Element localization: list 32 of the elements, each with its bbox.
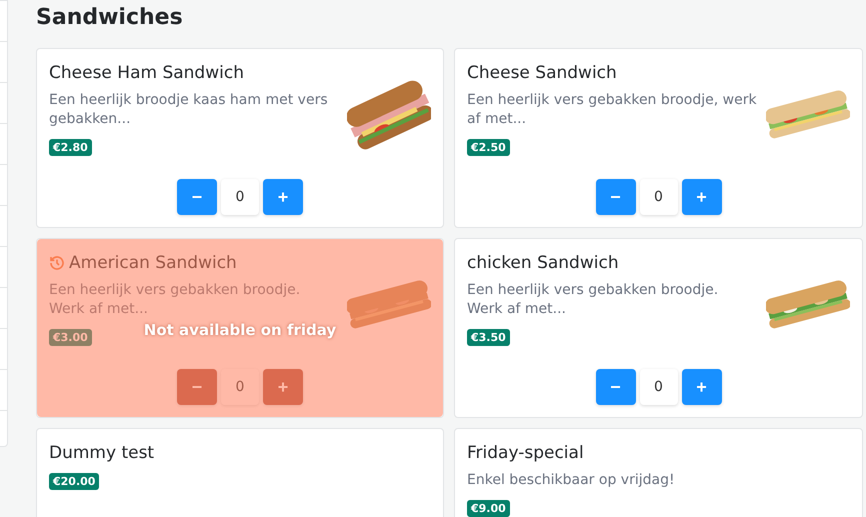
quantity-field[interactable]: 0 xyxy=(640,369,678,405)
increase-button[interactable]: + xyxy=(682,369,722,405)
product-name: Cheese Ham Sandwich xyxy=(49,63,244,83)
quantity-field[interactable]: 0 xyxy=(221,179,259,215)
price-tag: €20.00 xyxy=(49,473,100,490)
price-tag: €2.80 xyxy=(49,139,92,156)
price-tag: €9.00 xyxy=(467,500,510,517)
increase-button[interactable]: + xyxy=(263,179,303,215)
history-icon xyxy=(49,255,65,271)
product-name: Dummy test xyxy=(49,443,154,463)
decrease-button[interactable]: − xyxy=(596,179,636,215)
product-description: Een heerlijk vers gebakken broodje. Werk af met... xyxy=(49,281,302,319)
product-name: Friday-special xyxy=(467,443,584,463)
product-name: American Sandwich xyxy=(69,253,237,273)
decrease-button[interactable]: − xyxy=(177,369,217,405)
decrease-button[interactable]: − xyxy=(177,179,217,215)
product-name: Cheese Sandwich xyxy=(467,63,617,83)
product-description: Een heerlijk vers gebakken broodje. Werk af met... xyxy=(467,281,720,319)
unavailable-message: Not available on friday xyxy=(144,321,336,339)
product-description: Een heerlijk broodje kaas ham met vers gebakken... xyxy=(49,91,329,129)
price-tag: €3.50 xyxy=(467,329,510,346)
quantity-field[interactable]: 0 xyxy=(221,369,259,405)
product-description: Een heerlijk vers gebakken broodje, werk af met... xyxy=(467,91,758,129)
increase-button[interactable]: + xyxy=(263,369,303,405)
product-description: Enkel beschikbaar op vrijdag! xyxy=(467,471,676,490)
decrease-button[interactable]: − xyxy=(596,369,636,405)
quantity-field[interactable]: 0 xyxy=(640,179,678,215)
product-name: chicken Sandwich xyxy=(467,253,619,273)
price-tag: €3.00 xyxy=(49,329,92,346)
section-heading: Sandwiches xyxy=(36,4,184,32)
price-tag: €2.50 xyxy=(467,139,510,156)
increase-button[interactable]: + xyxy=(682,179,722,215)
